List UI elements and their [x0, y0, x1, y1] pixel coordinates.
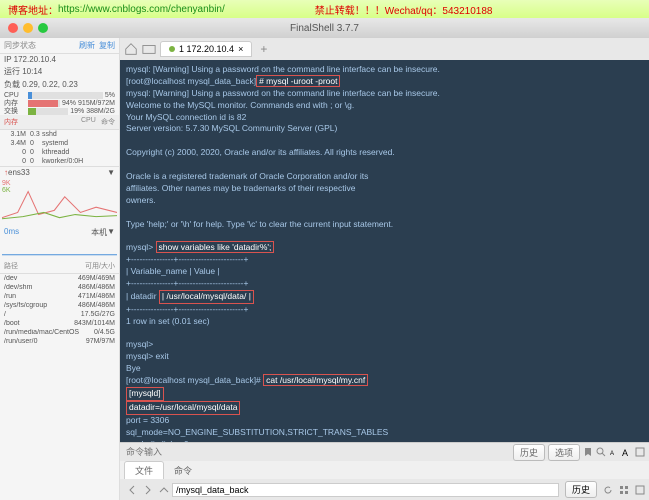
swap-val: 388M/2G: [86, 108, 115, 115]
mem-val: 915M/972M: [78, 100, 115, 107]
sidebar: 同步状态 刷新 复制 IP 172.20.10.4 运行 10:14 负载 0.…: [0, 38, 120, 500]
minimize-icon[interactable]: [23, 23, 33, 33]
watermark-banner: 博客地址： https://www.cnblogs.com/chenyanbin…: [0, 0, 649, 18]
process-row[interactable]: 3.4M0systemd: [0, 139, 119, 148]
font-larger-icon[interactable]: A: [622, 447, 632, 457]
disk-row[interactable]: /dev/shm486M/486M: [0, 283, 119, 292]
svg-text:A: A: [622, 448, 628, 457]
process-row[interactable]: 00kthreadd: [0, 148, 119, 157]
disk-row[interactable]: /boot843M/1014M: [0, 319, 119, 328]
grid-icon[interactable]: [619, 485, 629, 495]
process-row[interactable]: 00kworker/0:0H: [0, 157, 119, 166]
col-path: 路径: [4, 261, 85, 271]
disk-row[interactable]: /sys/fs/cgroup486M/486M: [0, 301, 119, 310]
ip-label: IP 172.20.10.4: [4, 55, 56, 64]
expand-icon[interactable]: [635, 447, 645, 457]
col-cmd: 命令: [101, 117, 115, 127]
blog-url: https://www.cnblogs.com/chenyanbin/: [58, 4, 225, 15]
history-button[interactable]: 历史: [513, 444, 545, 461]
maximize-icon[interactable]: [38, 23, 48, 33]
disk-row[interactable]: /run/media/mac/CentOS0/4.5G: [0, 328, 119, 337]
options-button[interactable]: 选项: [548, 444, 580, 461]
file-tab[interactable]: 文件: [124, 461, 164, 479]
window-titlebar: FinalShell 3.7.7: [0, 18, 649, 38]
cpu-val: 5%: [105, 92, 115, 99]
maximize-panel-icon[interactable]: [635, 485, 645, 495]
path-history-button[interactable]: 历史: [565, 481, 597, 498]
tab-close-icon[interactable]: ×: [238, 44, 243, 54]
refresh-link[interactable]: 刷新: [79, 40, 95, 51]
home-icon[interactable]: [124, 42, 138, 56]
svg-text:A: A: [610, 451, 614, 457]
app-title: FinalShell 3.7.7: [290, 23, 359, 34]
tab-label: 1 172.20.10.4: [179, 44, 234, 54]
disk-row[interactable]: /dev469M/469M: [0, 274, 119, 283]
col-mem: 内存: [4, 117, 81, 127]
search-icon[interactable]: [596, 447, 606, 457]
terminal[interactable]: mysql: [Warning] Using a password on the…: [120, 60, 649, 442]
command-input[interactable]: [124, 445, 510, 459]
copy-link[interactable]: 复制: [99, 40, 115, 51]
font-smaller-icon[interactable]: A: [609, 447, 619, 457]
disk-row[interactable]: /run/user/097M/97M: [0, 337, 119, 346]
forward-icon[interactable]: [143, 485, 153, 495]
mem-pct: 94%: [62, 100, 76, 107]
add-tab-button[interactable]: +: [256, 42, 271, 56]
disk-row[interactable]: /17.5G/27G: [0, 310, 119, 319]
back-icon[interactable]: [127, 485, 137, 495]
folder-icon[interactable]: [142, 42, 156, 56]
swap-pct: 19%: [70, 108, 84, 115]
col-size: 可用/大小: [85, 261, 115, 271]
footer: 历史 选项 A A 文件 命令 历史: [120, 442, 649, 500]
warn-text: 禁止转载！！！Wechat/qq：543210188: [315, 2, 493, 17]
status-dot-icon: [169, 46, 175, 52]
close-icon[interactable]: [8, 23, 18, 33]
col-cpu: CPU: [81, 117, 101, 127]
network-chart: 9K6K: [0, 178, 119, 226]
tab-bar: 1 172.20.10.4 × +: [120, 38, 649, 60]
bookmark-icon[interactable]: [583, 447, 593, 457]
path-input[interactable]: [172, 483, 559, 497]
up-icon[interactable]: [159, 485, 169, 495]
blog-label: 博客地址：: [8, 2, 58, 17]
process-row[interactable]: 3.1M0.3sshd: [0, 130, 119, 139]
sync-title: 同步状态: [4, 40, 36, 51]
load-label: 负载 0.29, 0.22, 0.23: [4, 79, 78, 90]
net-iface: ens33: [8, 168, 30, 177]
uptime-label: 运行 10:14: [4, 66, 42, 77]
refresh-icon[interactable]: [603, 485, 613, 495]
command-tab[interactable]: 命令: [164, 462, 202, 479]
session-tab[interactable]: 1 172.20.10.4 ×: [160, 41, 252, 57]
disk-row[interactable]: /run471M/486M: [0, 292, 119, 301]
latency-chart: [0, 239, 119, 259]
